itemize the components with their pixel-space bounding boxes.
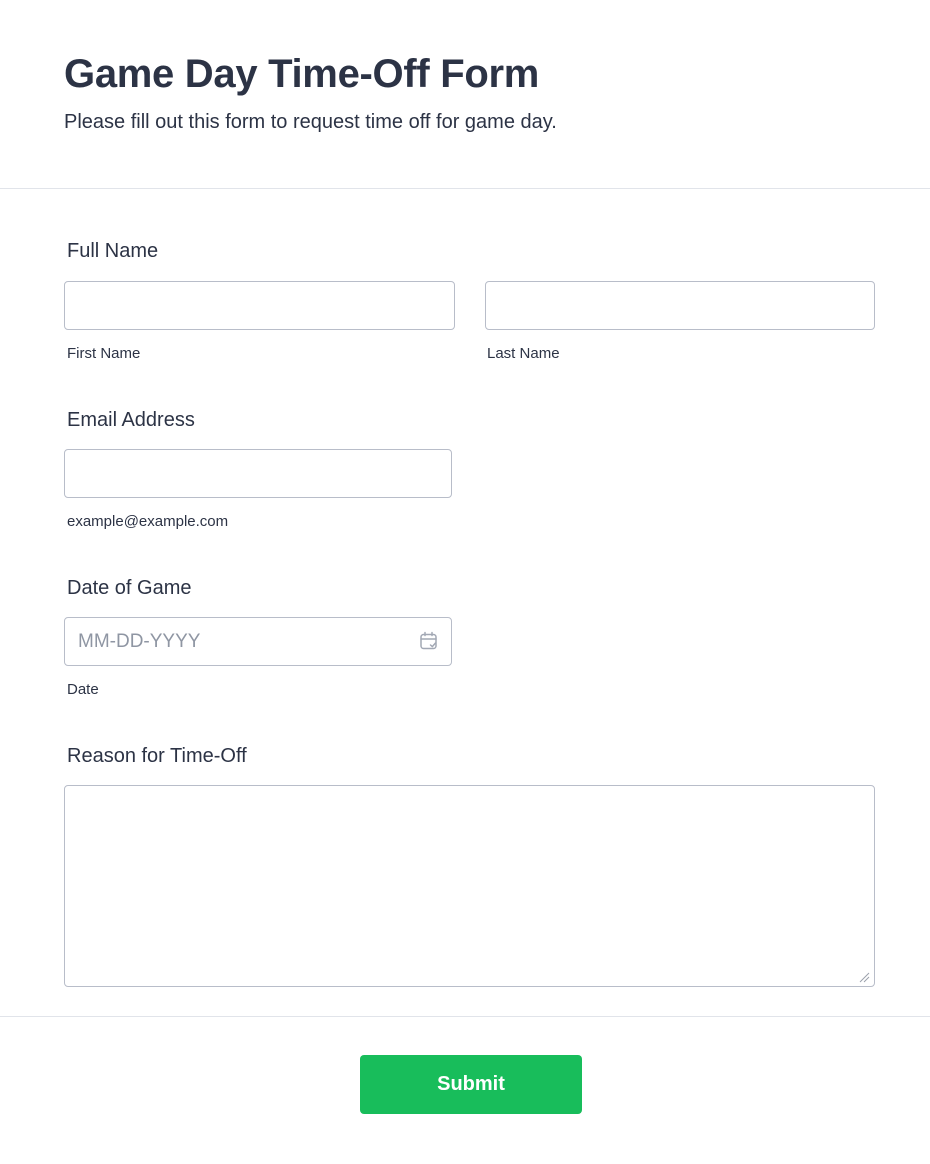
first-name-input[interactable]: [64, 281, 455, 330]
page-title: Game Day Time-Off Form: [64, 52, 540, 96]
full-name-label: Full Name: [67, 240, 159, 262]
date-input[interactable]: [64, 617, 452, 666]
date-sublabel: Date: [67, 681, 99, 698]
email-input[interactable]: [64, 449, 452, 498]
last-name-input[interactable]: [485, 281, 875, 330]
first-name-sublabel: First Name: [67, 345, 141, 362]
form-header: Game Day Time-Off Form Please fill out t…: [0, 0, 930, 189]
footer-divider: [0, 1016, 930, 1017]
reason-textarea[interactable]: [64, 785, 875, 987]
reason-label: Reason for Time-Off: [67, 745, 247, 767]
email-label: Email Address: [67, 409, 195, 431]
resize-handle-icon[interactable]: [858, 970, 870, 983]
email-sublabel: example@example.com: [67, 513, 229, 530]
date-label: Date of Game: [67, 577, 192, 599]
submit-button[interactable]: Submit: [360, 1055, 582, 1114]
calendar-icon[interactable]: [418, 630, 440, 652]
page-subtitle: Please fill out this form to request tim…: [64, 111, 557, 133]
date-field: [64, 617, 452, 666]
last-name-sublabel: Last Name: [487, 345, 560, 362]
